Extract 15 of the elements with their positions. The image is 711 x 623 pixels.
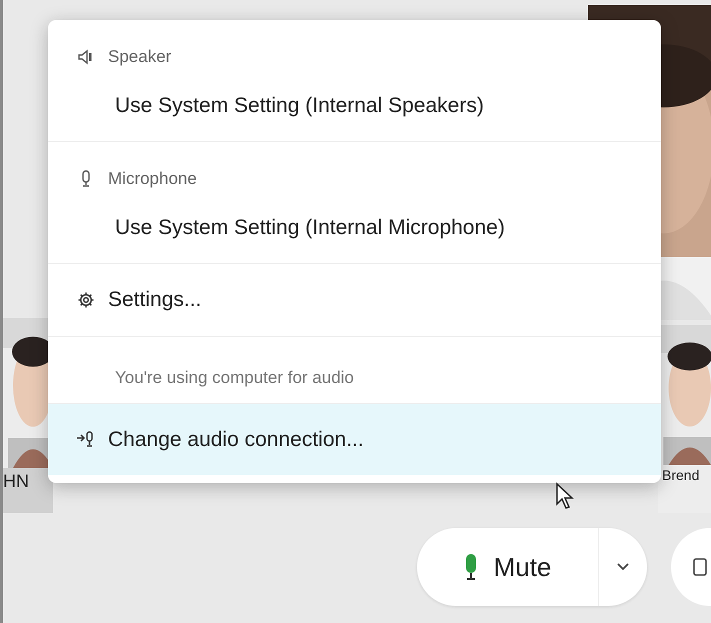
menu-item[interactable]: Use System Setting (Internal Microphone) [48,200,661,263]
connect-icon [76,430,96,448]
settings-icon [77,290,95,309]
menu-item[interactable]: Use System Setting (Internal Speakers) [48,78,661,141]
menu-item[interactable]: Change audio connection... [48,402,661,475]
menu-item[interactable]: Settings... [48,263,661,336]
microphone-icon [464,553,478,581]
chevron-down-icon [617,563,629,571]
audio-status-text: You're using computer for audio [115,368,354,386]
section-heading: Microphone [108,168,197,190]
section-heading: Speaker [108,46,172,68]
microphone-icon [81,170,91,188]
participant-name: HN [3,470,30,493]
participant-name: Brend [661,466,700,485]
square-icon [693,558,707,576]
